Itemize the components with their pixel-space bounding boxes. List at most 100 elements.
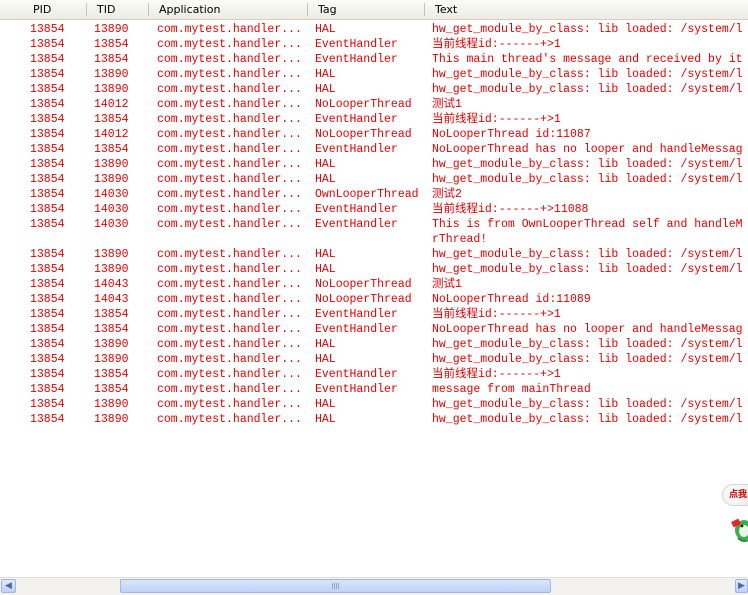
- log-message: hw_get_module_by_class: lib loaded: /sys…: [432, 158, 743, 171]
- log-row[interactable]: 13854 14012 com.mytest.handler... NoLooperT…: [0, 127, 748, 142]
- log-application: com.mytest.handler...: [157, 188, 302, 201]
- column-header-tag[interactable]: Tag: [307, 0, 424, 19]
- log-tag: HAL: [315, 83, 336, 96]
- log-row[interactable]: 13854 13890 com.mytest.handler... HAL hw_get…: [0, 352, 748, 367]
- log-row[interactable]: 13854 14012 com.mytest.handler... NoLooperT…: [0, 97, 748, 112]
- log-row[interactable]: 13854 13854 com.mytest.handler... EventHand…: [0, 37, 748, 52]
- log-message: NoLooperThread has no looper and handleM…: [432, 323, 743, 336]
- log-message: 测试1: [432, 98, 462, 111]
- log-tag: HAL: [315, 398, 336, 411]
- log-pid: 13854: [30, 368, 65, 381]
- log-row[interactable]: 13854 13890 com.mytest.handler... HAL hw_get…: [0, 412, 748, 427]
- log-pid: 13854: [30, 293, 65, 306]
- log-pid: 13854: [30, 218, 65, 231]
- log-row[interactable]: 13854 13854 com.mytest.handler... EventHand…: [0, 307, 748, 322]
- log-pid: 13854: [30, 188, 65, 201]
- log-row[interactable]: 13854 13890 com.mytest.handler... HAL hw_get…: [0, 172, 748, 187]
- log-application: com.mytest.handler...: [157, 263, 302, 276]
- log-message: NoLooperThread id:11089: [432, 293, 591, 306]
- column-header-application[interactable]: Application: [148, 0, 307, 19]
- log-row[interactable]: 13854 13854 com.mytest.handler... EventHand…: [0, 112, 748, 127]
- log-row[interactable]: 13854 14030 com.mytest.handler... EventHand…: [0, 202, 748, 217]
- log-row[interactable]: 13854 14030 com.mytest.handler... OwnLooper…: [0, 187, 748, 202]
- log-application: com.mytest.handler...: [157, 83, 302, 96]
- log-pid: 13854: [30, 158, 65, 171]
- log-application: com.mytest.handler...: [157, 308, 302, 321]
- log-row[interactable]: 13854 13890 com.mytest.handler... HAL hw_get…: [0, 337, 748, 352]
- log-pid: 13854: [30, 248, 65, 261]
- log-message: 测试2: [432, 188, 462, 201]
- log-pid: 13854: [30, 383, 65, 396]
- floating-assistant-widget[interactable]: 点我: [722, 484, 748, 554]
- log-message: message from mainThread: [432, 383, 591, 396]
- log-row[interactable]: 13854 14043 com.mytest.handler... NoLooperT…: [0, 292, 748, 307]
- log-application: com.mytest.handler...: [157, 53, 302, 66]
- log-row[interactable]: 13854 13854 com.mytest.handler... EventHand…: [0, 382, 748, 397]
- log-row[interactable]: 13854 14043 com.mytest.handler... NoLooperT…: [0, 277, 748, 292]
- column-header-tid[interactable]: TID: [86, 0, 149, 19]
- log-message-wrapped: rThread!: [432, 233, 488, 246]
- log-tid: 13890: [94, 413, 129, 426]
- log-message: hw_get_module_by_class: lib loaded: /sys…: [432, 173, 743, 186]
- log-tag: HAL: [315, 353, 336, 366]
- log-tag: HAL: [315, 158, 336, 171]
- log-message: hw_get_module_by_class: lib loaded: /sys…: [432, 23, 743, 36]
- log-message: 当前线程id:------+>1: [432, 368, 561, 381]
- log-message: 当前线程id:------+>1: [432, 113, 561, 126]
- log-application: com.mytest.handler...: [157, 158, 302, 171]
- log-message: This main thread's message and received …: [432, 53, 743, 66]
- log-message: This is from OwnLooperThread self and ha…: [432, 218, 743, 231]
- log-tag: EventHandler: [315, 383, 398, 396]
- floating-widget-label[interactable]: 点我: [722, 484, 748, 506]
- scroll-left-button[interactable]: ◀: [1, 579, 16, 593]
- column-header-pid[interactable]: PID: [22, 0, 87, 19]
- log-row[interactable]: 13854 13854 com.mytest.handler... EventHand…: [0, 367, 748, 382]
- log-row[interactable]: 13854 13890 com.mytest.handler... HAL hw_get…: [0, 397, 748, 412]
- log-pid: 13854: [30, 23, 65, 36]
- log-tid: 13890: [94, 248, 129, 261]
- log-row[interactable]: 13854 13890 com.mytest.handler... HAL hw_get…: [0, 247, 748, 262]
- log-application: com.mytest.handler...: [157, 413, 302, 426]
- log-row-continuation[interactable]: rThread!: [0, 232, 748, 247]
- column-header-text[interactable]: Text: [424, 0, 748, 19]
- log-tag: OwnLooperThread: [315, 188, 419, 201]
- log-tag: EventHandler: [315, 113, 398, 126]
- log-tid: 14030: [94, 218, 129, 231]
- log-row[interactable]: 13854 13890 com.mytest.handler... HAL hw_get…: [0, 262, 748, 277]
- log-row[interactable]: 13854 13854 com.mytest.handler... EventHand…: [0, 142, 748, 157]
- log-tid: 13854: [94, 308, 129, 321]
- log-tid: 13890: [94, 68, 129, 81]
- log-tid: 14012: [94, 128, 129, 141]
- log-tid: 13890: [94, 398, 129, 411]
- log-message: 当前线程id:------+>1: [432, 38, 561, 51]
- horizontal-scrollbar[interactable]: ◀ ▶: [0, 577, 748, 595]
- log-row[interactable]: 13854 13854 com.mytest.handler... EventHand…: [0, 52, 748, 67]
- log-pid: 13854: [30, 83, 65, 96]
- log-tag: HAL: [315, 68, 336, 81]
- scroll-thumb[interactable]: [120, 579, 551, 593]
- scroll-right-button[interactable]: ▶: [735, 579, 748, 593]
- log-tag: EventHandler: [315, 143, 398, 156]
- log-row[interactable]: 13854 13854 com.mytest.handler... EventHand…: [0, 322, 748, 337]
- log-pid: 13854: [30, 398, 65, 411]
- log-tid: 13854: [94, 323, 129, 336]
- log-message: hw_get_module_by_class: lib loaded: /sys…: [432, 413, 743, 426]
- log-message: hw_get_module_by_class: lib loaded: /sys…: [432, 263, 743, 276]
- log-tag: HAL: [315, 23, 336, 36]
- log-row[interactable]: 13854 14030 com.mytest.handler... EventHand…: [0, 217, 748, 232]
- log-application: com.mytest.handler...: [157, 398, 302, 411]
- log-row[interactable]: 13854 13890 com.mytest.handler... HAL hw_get…: [0, 157, 748, 172]
- scroll-left-icon: ◀: [5, 581, 12, 591]
- log-row[interactable]: 13854 13890 com.mytest.handler... HAL hw_get…: [0, 82, 748, 97]
- log-pid: 13854: [30, 68, 65, 81]
- log-row[interactable]: 13854 13890 com.mytest.handler... HAL hw_get…: [0, 67, 748, 82]
- log-tid: 13890: [94, 158, 129, 171]
- log-list[interactable]: 13854 13890 com.mytest.handler... HAL hw_get…: [0, 22, 748, 427]
- log-message: hw_get_module_by_class: lib loaded: /sys…: [432, 353, 743, 366]
- log-message: hw_get_module_by_class: lib loaded: /sys…: [432, 83, 743, 96]
- log-application: com.mytest.handler...: [157, 128, 302, 141]
- log-row[interactable]: 13854 13890 com.mytest.handler... HAL hw_get…: [0, 22, 748, 37]
- log-tid: 14030: [94, 188, 129, 201]
- log-application: com.mytest.handler...: [157, 203, 302, 216]
- log-tag: EventHandler: [315, 53, 398, 66]
